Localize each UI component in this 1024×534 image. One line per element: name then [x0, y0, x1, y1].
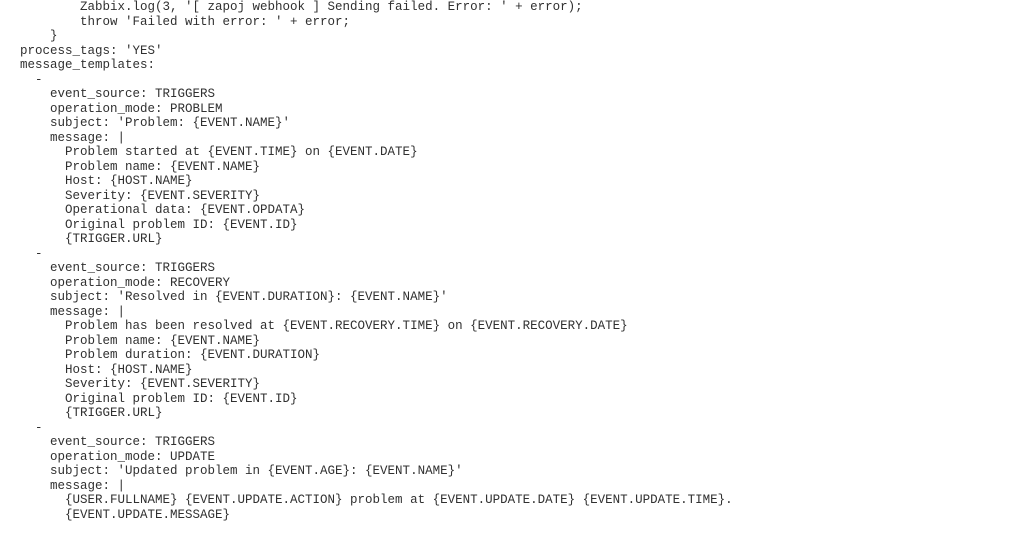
code-block: Zabbix.log(3, '[ zapoj webhook ] Sending…: [0, 0, 1024, 522]
